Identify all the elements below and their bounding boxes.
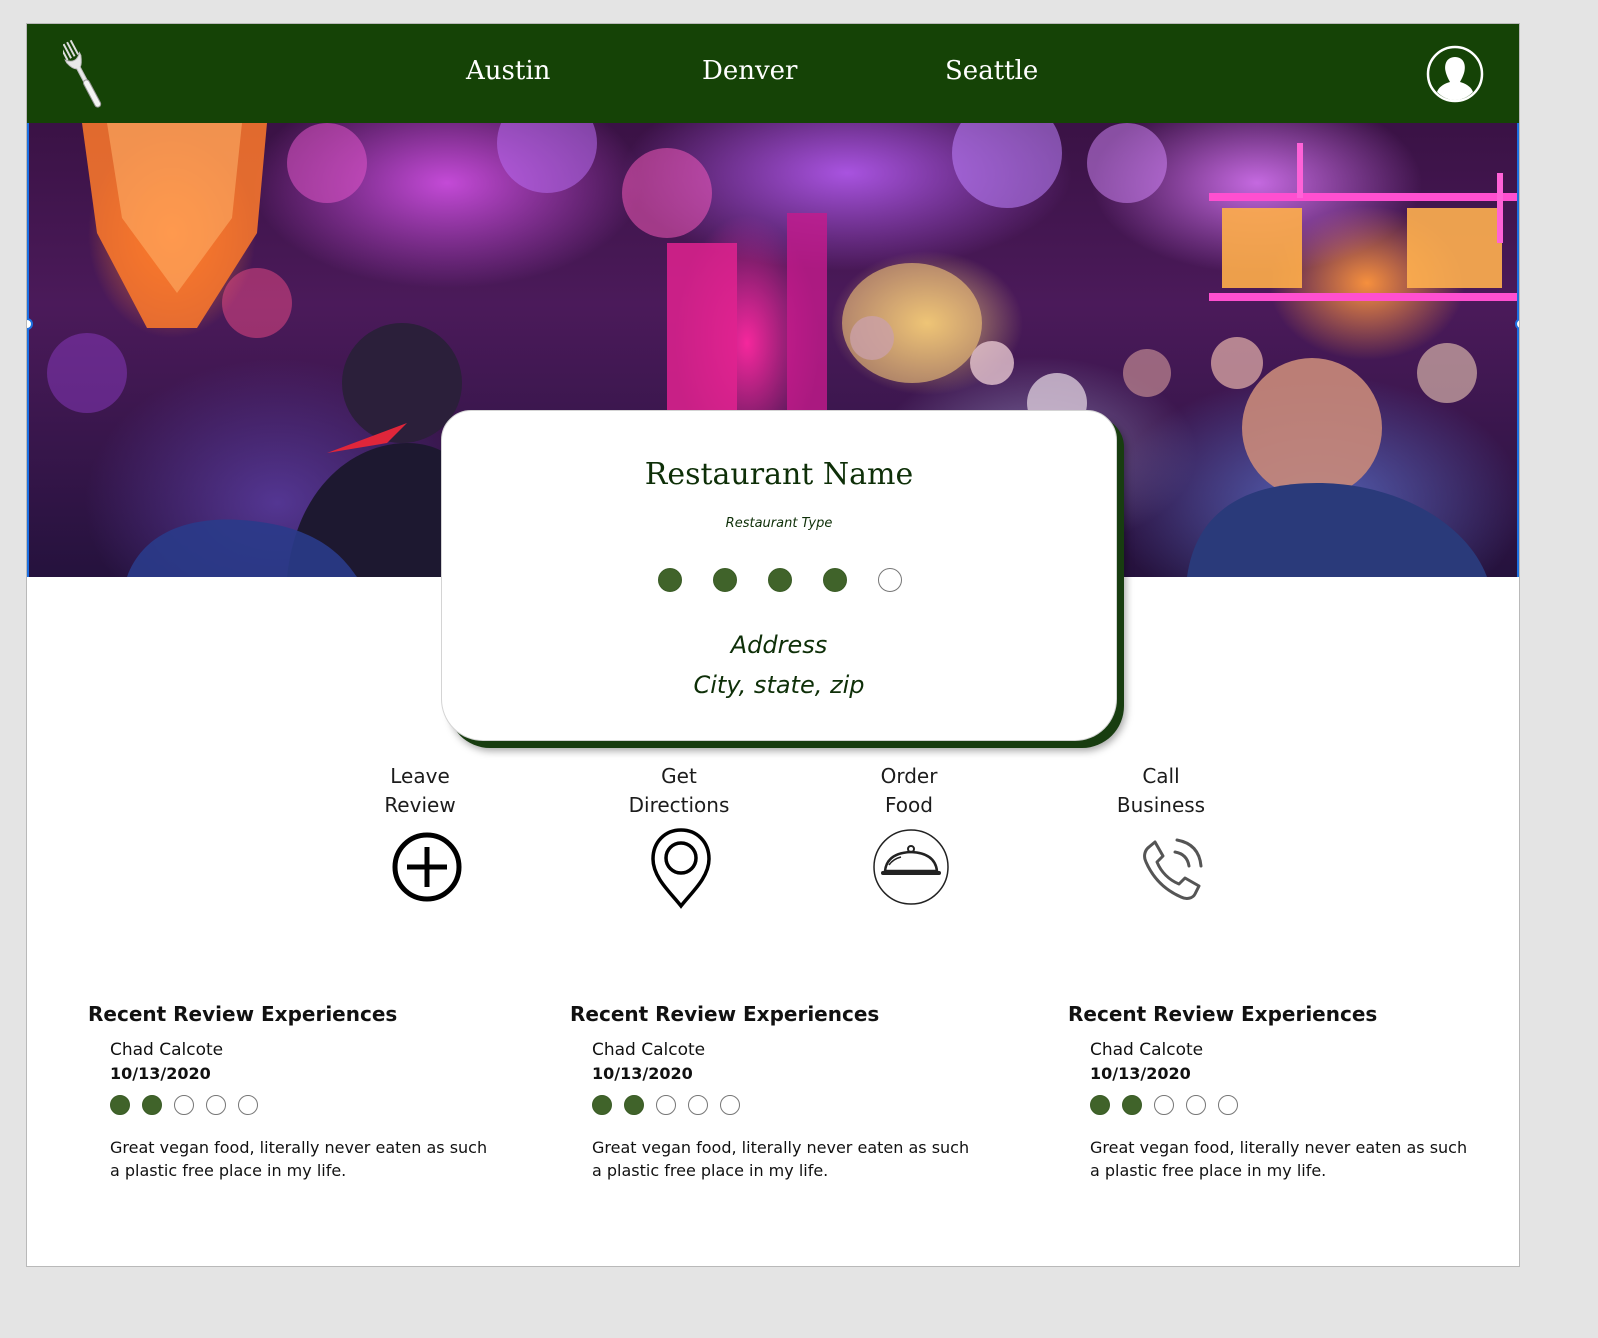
rating-dot-empty (656, 1095, 676, 1115)
rating-dot-filled (142, 1095, 162, 1115)
rating-dot-empty (238, 1095, 258, 1115)
call-business-label: Call Business (1081, 762, 1241, 820)
rating-dot-filled (713, 568, 737, 592)
review-rating (110, 1095, 258, 1115)
rating-dot-empty (878, 568, 902, 592)
order-food-button[interactable]: Order Food (829, 762, 989, 820)
order-food-label-line1: Order (880, 764, 938, 788)
city-state-zip: City, state, zip (693, 671, 865, 699)
leave-review-button[interactable]: Leave Review (340, 762, 500, 820)
rating-dot-empty (1218, 1095, 1238, 1115)
get-directions-label-line2: Directions (628, 793, 730, 817)
rating-dot-filled (1122, 1095, 1142, 1115)
order-food-label-line2: Food (885, 793, 933, 817)
rating-dot-filled (658, 568, 682, 592)
get-directions-label: Get Directions (599, 762, 759, 820)
review-heading: Recent Review Experiences (570, 1002, 880, 1026)
plus-circle-icon[interactable] (390, 830, 464, 904)
review-date: 10/13/2020 (110, 1064, 211, 1083)
review-card: Recent Review Experiences Chad Calcote 1… (570, 1002, 990, 1180)
review-date: 10/13/2020 (1090, 1064, 1191, 1083)
selection-edge-left (27, 123, 29, 577)
rating-dot-empty (720, 1095, 740, 1115)
phone-icon[interactable] (1137, 834, 1209, 906)
artboard: Austin Denver Seattle Restaurant Name Re… (26, 23, 1520, 1267)
review-text: Great vegan food, literally never eaten … (110, 1138, 488, 1180)
leave-review-label: Leave Review (340, 762, 500, 820)
restaurant-type: Restaurant Type (725, 516, 833, 531)
rating-dot-empty (206, 1095, 226, 1115)
rating-dot-empty (1186, 1095, 1206, 1115)
get-directions-button[interactable]: Get Directions (599, 762, 759, 820)
rating-dot-filled (823, 568, 847, 592)
review-author: Chad Calcote (110, 1040, 224, 1060)
top-navbar: Austin Denver Seattle (27, 24, 1519, 124)
restaurant-name: Restaurant Name (644, 457, 914, 492)
order-food-label: Order Food (829, 762, 989, 820)
review-heading: Recent Review Experiences (1068, 1002, 1378, 1026)
get-directions-label-line1: Get (661, 764, 697, 788)
rating-dot-empty (174, 1095, 194, 1115)
nav-link-austin[interactable]: Austin (466, 56, 550, 86)
call-business-label-line1: Call (1142, 764, 1180, 788)
food-cloche-icon[interactable] (871, 827, 951, 907)
review-rating (1090, 1095, 1238, 1115)
review-text: Great vegan food, literally never eaten … (1090, 1138, 1468, 1180)
review-rating (592, 1095, 740, 1115)
leave-review-label-line1: Leave (390, 764, 450, 788)
review-text: Great vegan food, literally never eaten … (592, 1138, 970, 1180)
rating-dot-empty (688, 1095, 708, 1115)
restaurant-info-card: Restaurant Name Restaurant Type Address … (441, 410, 1117, 741)
map-pin-icon[interactable] (648, 826, 714, 910)
nav-link-seattle[interactable]: Seattle (945, 56, 1038, 86)
call-business-label-line2: Business (1116, 793, 1206, 817)
review-author: Chad Calcote (1090, 1040, 1204, 1060)
rating-dot-filled (1090, 1095, 1110, 1115)
call-business-button[interactable]: Call Business (1081, 762, 1241, 820)
fork-icon[interactable] (63, 36, 105, 112)
review-card: Recent Review Experiences Chad Calcote 1… (1068, 1002, 1488, 1180)
user-avatar-icon[interactable] (1426, 45, 1484, 103)
rating-dot-filled (592, 1095, 612, 1115)
address-line: Address (730, 631, 828, 659)
review-author: Chad Calcote (592, 1040, 706, 1060)
rating-dot-empty (1154, 1095, 1174, 1115)
selection-edge-right (1517, 123, 1519, 577)
resize-handle-right[interactable] (1515, 318, 1519, 330)
rating-dot-filled (768, 568, 792, 592)
restaurant-rating (658, 568, 902, 592)
review-card: Recent Review Experiences Chad Calcote 1… (88, 1002, 508, 1180)
leave-review-label-line2: Review (384, 793, 456, 817)
restaurant-address: Address City, state, zip (442, 625, 1116, 705)
rating-dot-filled (110, 1095, 130, 1115)
review-heading: Recent Review Experiences (88, 1002, 398, 1026)
rating-dot-filled (624, 1095, 644, 1115)
review-date: 10/13/2020 (592, 1064, 693, 1083)
nav-link-denver[interactable]: Denver (702, 56, 797, 86)
